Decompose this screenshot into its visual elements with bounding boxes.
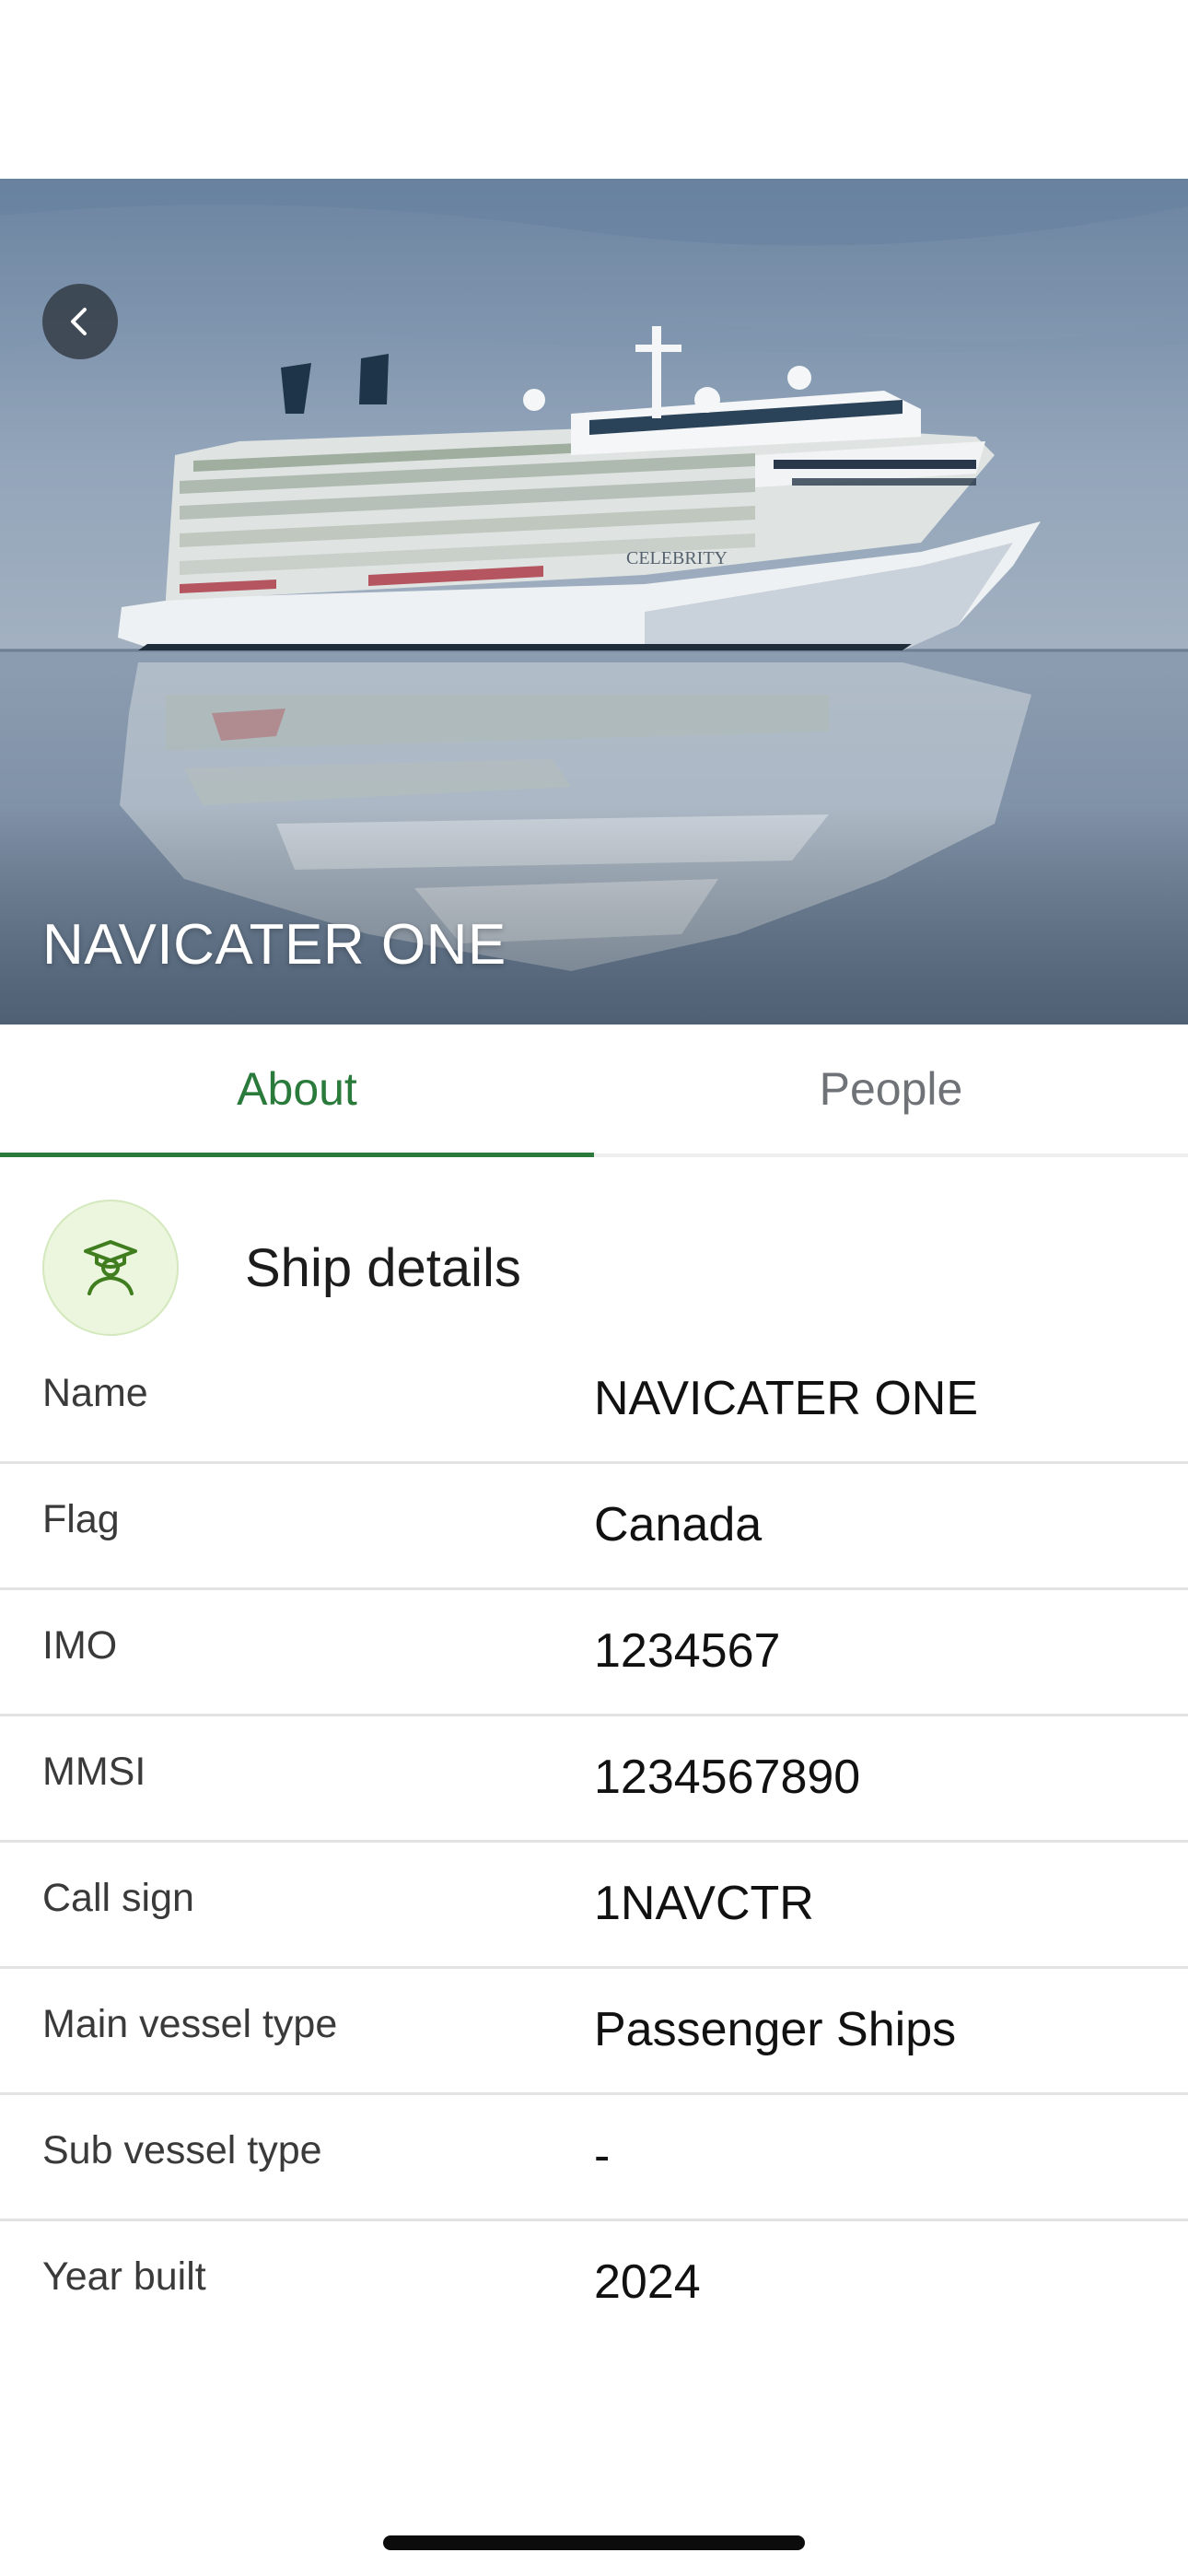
svg-text:CELEBRITY: CELEBRITY — [626, 548, 728, 568]
ship-hero-image: CELEBRITY NAVICATER ONE — [0, 179, 1188, 1025]
ship-details-list: Name NAVICATER ONE Flag Canada IMO 12345… — [0, 1338, 1188, 2345]
detail-value: 2024 — [594, 2255, 701, 2309]
detail-row-flag: Flag Canada — [0, 1464, 1188, 1590]
chevron-left-icon — [71, 308, 87, 335]
detail-value: Canada — [594, 1498, 763, 1551]
detail-label: Flag — [42, 1497, 120, 1541]
tab-about[interactable]: About — [0, 1025, 594, 1157]
section-title: Ship details — [245, 1237, 521, 1298]
cruise-ship-illustration: CELEBRITY — [0, 179, 1188, 1025]
detail-label: MMSI — [42, 1750, 146, 1794]
detail-value: - — [594, 2129, 611, 2183]
detail-value: Passenger Ships — [594, 2003, 957, 2056]
tab-bar: About People — [0, 1025, 1188, 1157]
detail-label: IMO — [42, 1623, 118, 1668]
detail-row-year-built: Year built 2024 — [0, 2221, 1188, 2345]
ship-details-screen: CELEBRITY NAVICATER ONE About People Shi… — [0, 0, 1188, 2576]
detail-row-mmsi: MMSI 1234567890 — [0, 1716, 1188, 1843]
detail-row-imo: IMO 1234567 — [0, 1590, 1188, 1716]
detail-label: Name — [42, 1371, 148, 1415]
ship-details-header: Ship details — [42, 1198, 521, 1338]
detail-value: 1234567 — [594, 1624, 781, 1678]
detail-label: Year built — [42, 2254, 206, 2299]
home-indicator[interactable] — [383, 2535, 805, 2550]
detail-value: NAVICATER ONE — [594, 1372, 979, 1425]
detail-label: Main vessel type — [42, 2002, 338, 2046]
detail-row-main-vessel-type: Main vessel type Passenger Ships — [0, 1969, 1188, 2095]
detail-label: Call sign — [42, 1876, 194, 1920]
ship-name-title: NAVICATER ONE — [42, 913, 507, 977]
detail-value: 1234567890 — [594, 1751, 861, 1804]
detail-value: 1NAVCTR — [594, 1877, 814, 1930]
tab-people[interactable]: People — [594, 1025, 1188, 1153]
detail-row-sub-vessel-type: Sub vessel type - — [0, 2095, 1188, 2221]
back-button[interactable] — [42, 284, 118, 359]
detail-label: Sub vessel type — [42, 2128, 322, 2172]
captain-icon — [42, 1200, 179, 1336]
detail-row-call-sign: Call sign 1NAVCTR — [0, 1843, 1188, 1969]
detail-row-name: Name NAVICATER ONE — [0, 1338, 1188, 1464]
